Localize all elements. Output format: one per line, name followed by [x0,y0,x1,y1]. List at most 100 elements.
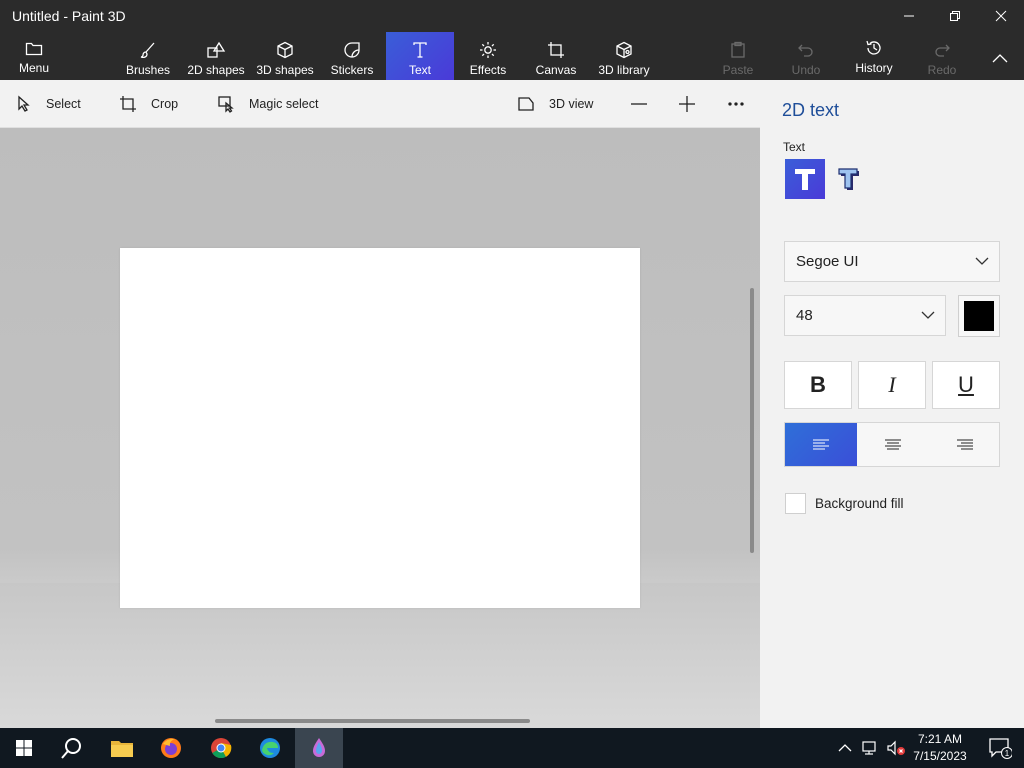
speaker-muted-icon[interactable] [886,740,906,756]
alignment-group [784,422,1000,467]
align-right-button[interactable] [929,423,1001,466]
workspace[interactable] [0,128,760,728]
bold-button[interactable]: B [784,361,852,409]
taskbar: 7:21 AM 7/15/2023 1 [0,728,1024,768]
3d-text-button[interactable] [829,159,869,199]
font-size-dropdown[interactable]: 48 [784,295,946,336]
magic-select-icon [218,96,234,113]
paste-label: Paste [722,63,754,77]
restore-button[interactable] [932,0,978,32]
align-center-icon [885,439,901,449]
zoom-in-button[interactable] [678,80,696,128]
text-color-picker[interactable] [958,295,1000,337]
font-family-dropdown[interactable]: Segoe UI [784,241,1000,282]
paste-icon [729,40,747,60]
redo-button[interactable]: Redo [920,32,964,80]
menu-button[interactable]: Menu [12,32,56,80]
paste-button[interactable]: Paste [716,32,760,80]
app-header: Untitled - Paint 3D Menu Brushes 2D shap… [0,0,1024,80]
vertical-scrollbar[interactable] [750,288,754,553]
tool-row: Select Crop Magic select 3D view [0,80,760,128]
3d-view-label: 3D view [549,97,594,111]
2d-shapes-icon [206,40,226,60]
network-icon[interactable] [862,740,880,756]
background-fill-checkbox[interactable] [785,493,806,514]
undo-button[interactable]: Undo [784,32,828,80]
collapse-ribbon-button[interactable] [984,32,1016,80]
minimize-button[interactable] [886,0,932,32]
firefox-button[interactable] [147,728,195,768]
font-size-value: 48 [796,307,813,324]
3d-library-tab[interactable]: 3D library [594,32,654,80]
paint3d-taskbar-button[interactable] [295,728,343,768]
text-tab[interactable]: Text [386,32,454,80]
underline-button[interactable]: U [932,361,1000,409]
edge-icon [260,738,280,758]
canvas-tab[interactable]: Canvas [532,32,580,80]
align-right-icon [957,439,973,449]
align-left-button[interactable] [785,423,857,466]
effects-tab[interactable]: Effects [464,32,512,80]
start-button[interactable] [0,728,48,768]
folder-icon [111,741,133,757]
zoom-out-button[interactable] [630,80,648,128]
clock-date: 7/15/2023 [913,749,967,763]
undo-icon [797,40,815,60]
select-tool[interactable]: Select [16,80,81,128]
history-label: History [855,61,893,75]
crop-label: Crop [151,97,179,111]
bold-icon: B [810,372,826,397]
2d-shapes-tab[interactable]: 2D shapes [184,32,248,80]
brushes-tab[interactable]: Brushes [122,32,174,80]
text-icon [411,40,429,60]
more-options-button[interactable] [727,80,745,128]
window-title: Untitled - Paint 3D [12,8,126,24]
title-bar: Untitled - Paint 3D [0,0,1024,32]
history-button[interactable]: History [850,32,898,80]
horizontal-scrollbar[interactable] [215,719,530,723]
drawing-canvas[interactable] [120,248,640,608]
side-panel: 2D text Text Segoe UI 48 B I U Backgroun… [760,80,1024,728]
stickers-label: Stickers [330,63,374,77]
background-fill-label: Background fill [815,496,904,511]
notifications-button[interactable]: 1 [976,728,1024,768]
edge-button[interactable] [246,728,294,768]
minimize-icon [904,15,914,17]
canvas-label: Canvas [535,63,577,77]
folder-icon [25,38,43,58]
cube-icon [276,40,294,60]
search-button[interactable] [48,728,96,768]
2d-text-button[interactable] [785,159,825,199]
chrome-button[interactable] [197,728,245,768]
close-button[interactable] [978,0,1024,32]
menu-label: Menu [18,61,50,75]
chevron-up-icon[interactable] [838,743,852,753]
2d-shapes-label: 2D shapes [187,63,245,77]
magic-select-tool[interactable]: Magic select [217,80,318,128]
italic-button[interactable]: I [858,361,926,409]
align-center-button[interactable] [857,423,929,466]
minus-icon [631,103,647,105]
crop-tool[interactable]: Crop [119,80,178,128]
italic-icon: I [888,372,896,397]
stickers-tab[interactable]: Stickers [326,32,378,80]
text-label: Text [408,63,431,77]
windows-icon [16,740,32,756]
clock-time: 7:21 AM [917,732,963,746]
sticker-icon [343,40,361,60]
paint3d-icon [313,738,325,757]
search-icon [61,738,81,759]
3d-text-icon [838,168,859,190]
panel-title: 2D text [782,100,840,120]
file-explorer-button[interactable] [98,728,146,768]
3d-shapes-tab[interactable]: 3D shapes [254,32,316,80]
brushes-label: Brushes [125,63,171,77]
taskbar-clock[interactable]: 7:21 AM 7/15/2023 [905,731,975,765]
canvas-icon [547,40,565,60]
effects-label: Effects [469,63,507,77]
3d-view-toggle[interactable]: 3D view [517,80,593,128]
system-tray [838,728,906,768]
align-left-icon [813,439,829,449]
chevron-down-icon [921,311,935,319]
restore-icon [950,11,960,21]
